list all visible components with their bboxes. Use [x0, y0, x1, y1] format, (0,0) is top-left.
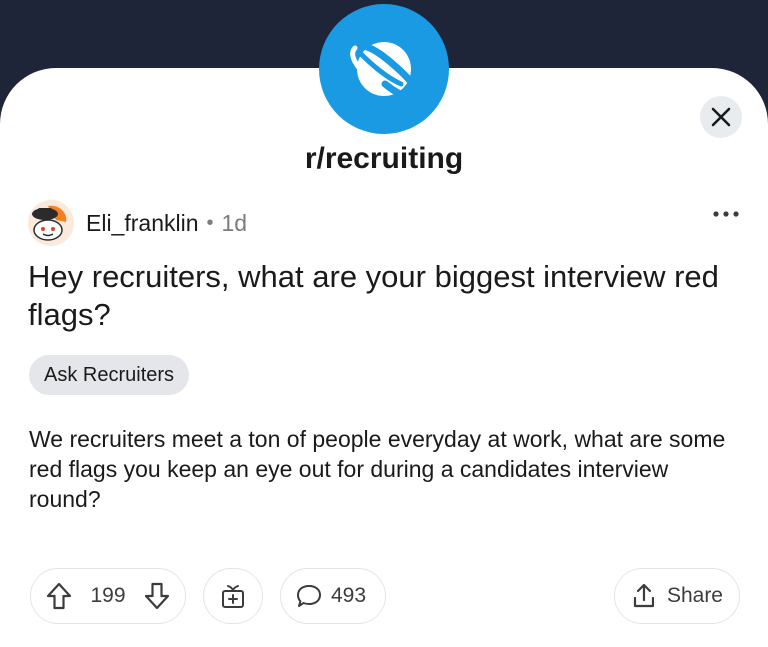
- downvote-button[interactable]: [143, 581, 171, 611]
- close-icon: [711, 107, 731, 127]
- avatar-icon: [28, 200, 74, 246]
- post-flair[interactable]: Ask Recruiters: [29, 355, 190, 395]
- share-label: Share: [666, 584, 723, 607]
- post-title[interactable]: Hey recruiters, what are your biggest in…: [28, 258, 748, 334]
- planet-icon: [350, 42, 420, 101]
- award-icon: [222, 585, 244, 608]
- post-body: We recruiters meet a ton of people every…: [29, 426, 726, 512]
- post-meta: Eli_franklin • 1d: [28, 200, 247, 246]
- upvote-icon: [46, 582, 72, 610]
- comments-button[interactable]: 493: [280, 568, 386, 624]
- vote-count: 199: [90, 584, 126, 607]
- subreddit-name[interactable]: r/recruiting: [0, 142, 768, 176]
- avatar[interactable]: [28, 200, 74, 246]
- award-button[interactable]: [203, 568, 263, 624]
- share-button[interactable]: Share: [614, 568, 740, 624]
- more-icon: [713, 211, 739, 217]
- share-icon: [633, 583, 655, 608]
- comment-count: 493: [331, 584, 367, 607]
- upvote-button[interactable]: [45, 581, 73, 611]
- more-options-button[interactable]: [706, 202, 746, 226]
- author-username[interactable]: Eli_franklin: [86, 210, 199, 237]
- post-age: 1d: [221, 209, 248, 236]
- vote-bar: 199: [30, 568, 186, 624]
- meta-separator: •: [206, 211, 214, 234]
- comment-icon: [297, 585, 321, 607]
- close-button[interactable]: [700, 96, 742, 138]
- subreddit-icon[interactable]: [319, 4, 449, 134]
- downvote-icon: [144, 582, 170, 610]
